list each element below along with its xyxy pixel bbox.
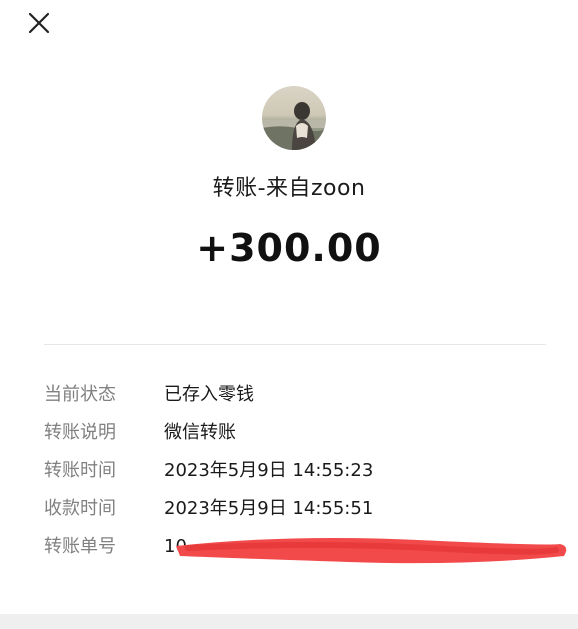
transfer-title: 转账-来自zoon [212, 176, 366, 201]
receive-time-label: 收款时间 [44, 498, 116, 519]
detail-row-status: 当前状态 已存入零钱 [44, 380, 564, 410]
avatar[interactable] [262, 86, 326, 150]
transaction-id-label: 转账单号 [44, 536, 116, 557]
status-label: 当前状态 [44, 384, 116, 405]
transfer-time-label: 转账时间 [44, 460, 116, 481]
avatar-image [262, 86, 326, 150]
detail-row-receive-time: 收款时间 2023年5月9日 14:55:51 [44, 494, 564, 524]
transfer-time-value: 2023年5月9日 14:55:23 [164, 460, 374, 481]
divider [44, 344, 546, 345]
detail-row-description: 转账说明 微信转账 [44, 418, 564, 448]
status-value: 已存入零钱 [164, 384, 254, 405]
transaction-id-value[interactable]: 10 [164, 532, 187, 562]
bottom-bar [0, 614, 578, 629]
detail-row-transaction-id: 转账单号 10 [44, 532, 564, 562]
receive-time-value: 2023年5月9日 14:55:51 [164, 498, 374, 519]
close-button[interactable] [24, 8, 54, 38]
description-label: 转账说明 [44, 422, 116, 443]
close-icon [28, 12, 50, 34]
detail-row-transfer-time: 转账时间 2023年5月9日 14:55:23 [44, 456, 564, 486]
transfer-amount: +300.00 [196, 226, 382, 270]
description-value: 微信转账 [164, 422, 236, 443]
